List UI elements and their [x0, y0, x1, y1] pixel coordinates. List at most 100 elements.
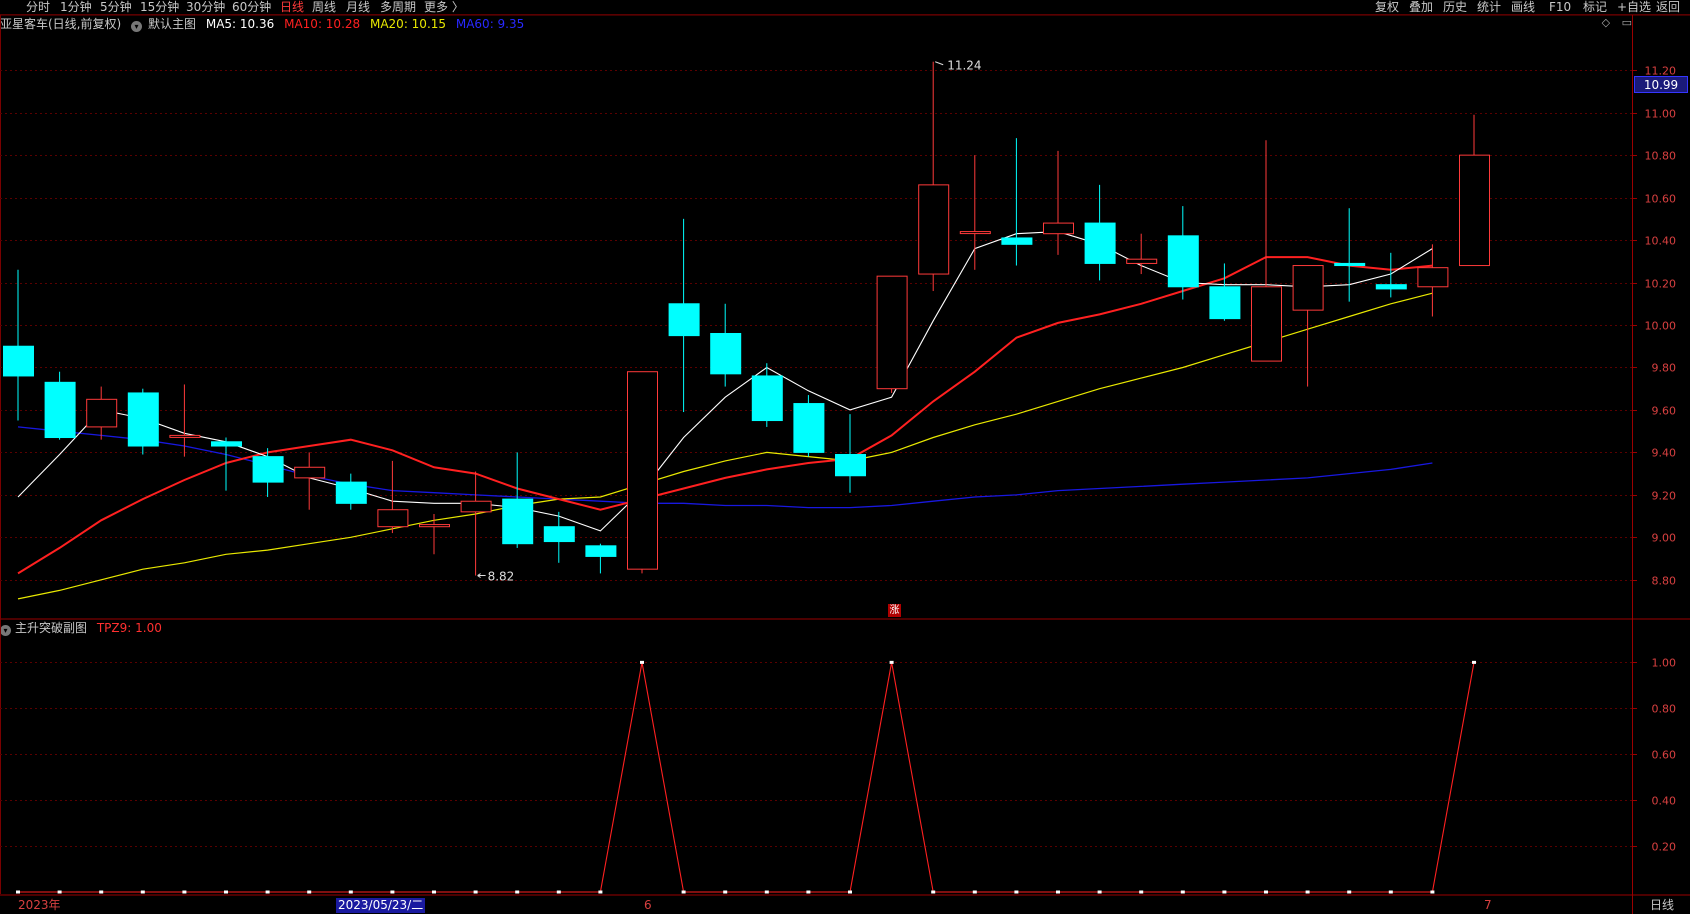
tpz9-point — [307, 890, 312, 894]
candle-body[interactable] — [585, 545, 617, 557]
tpz9-point — [515, 890, 520, 894]
tpz9-point — [99, 890, 104, 894]
price-tick-label: 9.80 — [1652, 362, 1677, 375]
tpz9-point — [265, 890, 270, 894]
candle-body[interactable] — [1043, 222, 1074, 235]
candle-body[interactable] — [751, 375, 783, 422]
high-annotation-arrow — [935, 61, 944, 66]
date-axis-label: 6 — [644, 898, 652, 912]
candle-body[interactable] — [1292, 265, 1324, 311]
current-price-tag: 10.99 — [1634, 76, 1688, 93]
tpz9-point — [348, 890, 353, 894]
tpz9-point — [140, 890, 145, 894]
tpz9-point — [1097, 890, 1102, 894]
price-tick-label: 10.40 — [1645, 235, 1677, 248]
candle-body[interactable] — [460, 500, 492, 513]
tpz9-point — [1305, 890, 1310, 894]
tpz9-point — [1388, 890, 1393, 894]
candle-body[interactable] — [959, 231, 991, 235]
tpz9-point — [16, 890, 20, 894]
tpz9-point — [1139, 890, 1144, 894]
tpz9-point — [972, 890, 977, 894]
candle-body[interactable] — [1334, 262, 1366, 267]
tpz9-point — [432, 890, 436, 894]
tpz9-point — [556, 890, 561, 894]
candle-body[interactable] — [211, 441, 242, 447]
low-annotation-arrow — [477, 573, 486, 578]
sub-tick-label: 0.60 — [1652, 749, 1677, 762]
price-tick-label: 9.20 — [1652, 490, 1677, 503]
candle-body[interactable] — [127, 392, 159, 447]
tpz9-point — [806, 890, 811, 894]
tpz9-point — [598, 890, 603, 894]
tpz9-point — [889, 660, 894, 664]
candle-body[interactable] — [335, 481, 367, 504]
tpz9-point — [224, 890, 228, 894]
candle-body[interactable] — [543, 526, 575, 543]
tpz9-line — [18, 662, 1475, 893]
candle-body[interactable] — [419, 524, 450, 528]
price-tick-label: 9.40 — [1652, 447, 1677, 460]
tpz9-point — [931, 890, 936, 894]
candle-body[interactable] — [1001, 237, 1033, 245]
date-axis-label: 2023年 — [18, 898, 61, 912]
tpz9-point — [1347, 890, 1352, 894]
tpz9-point — [1472, 660, 1476, 664]
tpz9-point — [681, 890, 686, 894]
candle-body[interactable] — [252, 456, 284, 483]
candle-body[interactable] — [1459, 154, 1490, 267]
candle-body[interactable] — [1209, 286, 1241, 320]
tpz9-point — [473, 890, 478, 894]
candle-body[interactable] — [44, 381, 76, 439]
candle-body[interactable] — [1375, 284, 1407, 290]
price-tick-label: 8.80 — [1652, 575, 1677, 588]
high-annotation-label: 11.24 — [947, 59, 981, 73]
low-annotation-label: 8.82 — [488, 570, 515, 584]
sub-tick-label: 0.80 — [1652, 703, 1677, 716]
tpz9-point — [723, 890, 728, 894]
date-axis-label: 7 — [1484, 898, 1492, 912]
tpz9-point — [1222, 890, 1227, 894]
sub-tick-label: 1.00 — [1652, 657, 1677, 670]
tpz9-point — [1014, 890, 1019, 894]
candle-body[interactable] — [627, 371, 658, 570]
candle-body[interactable] — [793, 403, 825, 453]
candle-body[interactable] — [294, 466, 326, 479]
tpz9-point — [848, 890, 852, 894]
sub-tick-label: 0.40 — [1652, 795, 1677, 808]
sub-tick-label: 0.20 — [1652, 841, 1677, 854]
tpz9-point — [640, 660, 644, 664]
candle-body[interactable] — [3, 345, 34, 377]
tpz9-point — [1056, 890, 1060, 894]
candle-body[interactable] — [918, 184, 950, 275]
tpz9-point — [1264, 890, 1268, 894]
candle-body[interactable] — [169, 434, 201, 438]
candle-body[interactable] — [1417, 267, 1449, 288]
main-price-chart[interactable]: 11.2011.0010.8010.6010.4010.2010.009.809… — [0, 0, 1690, 914]
tpz9-point — [390, 890, 395, 894]
candle-body[interactable] — [668, 303, 700, 337]
price-tick-label: 9.00 — [1652, 532, 1677, 545]
price-tick-label: 9.60 — [1652, 405, 1677, 418]
price-tick-label: 11.00 — [1645, 108, 1677, 121]
candle-body[interactable] — [835, 454, 866, 477]
candle-body[interactable] — [86, 398, 118, 428]
tpz9-point — [182, 890, 187, 894]
candle-body[interactable] — [876, 275, 908, 390]
date-axis-label: 2023/05/23/二 — [336, 898, 426, 913]
price-tick-label: 10.60 — [1645, 193, 1677, 206]
price-tick-label: 10.00 — [1645, 320, 1677, 333]
candle-body[interactable] — [1126, 258, 1158, 264]
price-tick-label: 10.20 — [1645, 278, 1677, 291]
candle-body[interactable] — [377, 509, 409, 528]
candle-body[interactable] — [1084, 222, 1116, 264]
candle-body[interactable] — [502, 498, 534, 545]
tpz9-point — [1180, 890, 1185, 894]
candle-body[interactable] — [1251, 286, 1282, 362]
zhang-badge: 涨 — [888, 604, 901, 617]
period-label[interactable]: 日线 — [1634, 896, 1690, 914]
price-tick-label: 10.80 — [1645, 150, 1677, 163]
tpz9-point — [764, 890, 769, 894]
candle-body[interactable] — [710, 332, 742, 375]
candle-body[interactable] — [1167, 235, 1199, 288]
